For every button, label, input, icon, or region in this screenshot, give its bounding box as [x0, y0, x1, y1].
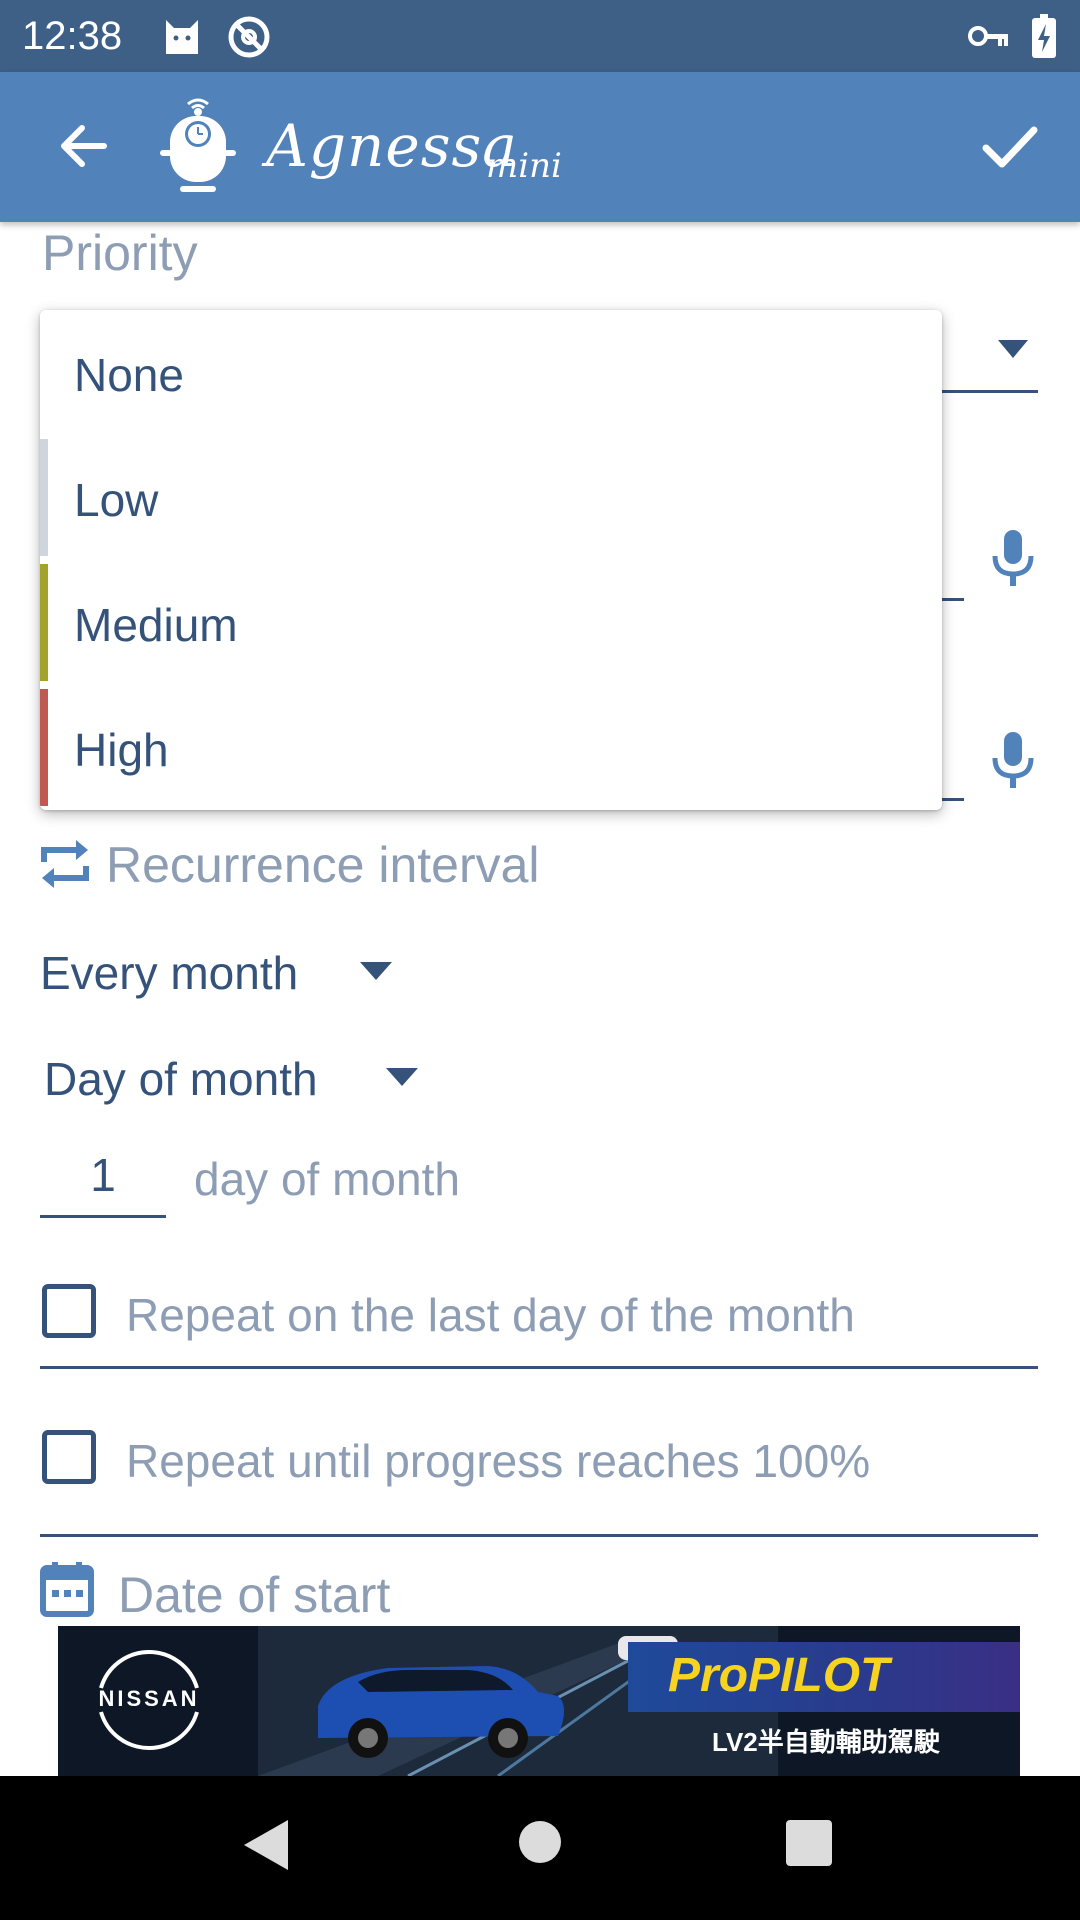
- robot-logo-icon: [156, 94, 240, 198]
- screen: 12:38 Agnessa mini Priority Recurrence i…: [0, 0, 1080, 1920]
- app-title: Agnessa: [266, 112, 518, 180]
- recents-nav-icon[interactable]: [786, 1820, 832, 1871]
- interval-select[interactable]: Every month: [40, 946, 298, 1000]
- ad-headline: ProPILOT: [668, 1649, 890, 1702]
- arrow-back-icon[interactable]: [52, 116, 112, 176]
- divider: [40, 1534, 1038, 1537]
- check-icon[interactable]: [978, 116, 1040, 178]
- last-day-label: Repeat on the last day of the month: [126, 1289, 855, 1341]
- sync-disabled-icon: [226, 14, 272, 65]
- priority-option-low[interactable]: Low: [40, 435, 942, 560]
- system-nav-bar: [0, 1776, 1080, 1920]
- priority-dropdown-menu: None Low Medium High: [40, 310, 942, 810]
- last-day-checkbox[interactable]: [42, 1284, 96, 1338]
- ad-brand: NISSAN: [98, 1686, 200, 1711]
- repeat-icon: [38, 834, 92, 894]
- calendar-icon: [40, 1562, 94, 1618]
- date-start-label: Date of start: [118, 1567, 391, 1623]
- status-bar: 12:38: [0, 0, 1080, 72]
- progress-checkbox[interactable]: [42, 1430, 96, 1484]
- recurrence-label: Recurrence interval: [106, 837, 540, 893]
- day-number-input[interactable]: 1: [40, 1148, 166, 1218]
- progress-label: Repeat until progress reaches 100%: [126, 1435, 871, 1487]
- microphone-icon[interactable]: [990, 528, 1036, 588]
- priority-label: Priority: [42, 225, 198, 281]
- ad-banner[interactable]: NISSAN ProPILOT LV2半自動輔助駕駛: [58, 1626, 1020, 1776]
- divider: [40, 1366, 1038, 1369]
- priority-option-high[interactable]: High: [40, 685, 942, 810]
- priority-select-underline: [940, 390, 1038, 393]
- day-suffix-label: day of month: [194, 1153, 460, 1205]
- field-underline: [940, 798, 964, 801]
- field-underline: [940, 598, 964, 601]
- priority-option-none[interactable]: None: [40, 310, 942, 435]
- app-title-suffix: mini: [486, 146, 562, 186]
- chevron-down-icon[interactable]: [360, 962, 392, 980]
- chevron-down-icon[interactable]: [998, 340, 1028, 358]
- vpn-key-icon: [968, 22, 1010, 55]
- chevron-down-icon[interactable]: [386, 1068, 418, 1086]
- option-label: Low: [74, 474, 159, 526]
- mode-select[interactable]: Day of month: [44, 1052, 318, 1106]
- status-time: 12:38: [22, 14, 123, 58]
- priority-color-bar: [40, 439, 48, 556]
- cat-notification-icon: [160, 14, 204, 63]
- microphone-icon[interactable]: [990, 730, 1036, 790]
- option-label: Medium: [74, 599, 238, 651]
- option-label: None: [74, 349, 184, 401]
- battery-charging-icon: [1032, 14, 1056, 63]
- priority-option-medium[interactable]: Medium: [40, 560, 942, 685]
- priority-color-bar: [40, 564, 48, 681]
- home-nav-icon[interactable]: [518, 1820, 562, 1869]
- app-bar: Agnessa mini: [0, 72, 1080, 222]
- priority-color-bar: [40, 314, 48, 431]
- priority-color-bar: [40, 689, 48, 806]
- back-nav-icon[interactable]: [244, 1820, 288, 1875]
- ad-subline: LV2半自動輔助駕駛: [712, 1727, 940, 1757]
- option-label: High: [74, 724, 169, 776]
